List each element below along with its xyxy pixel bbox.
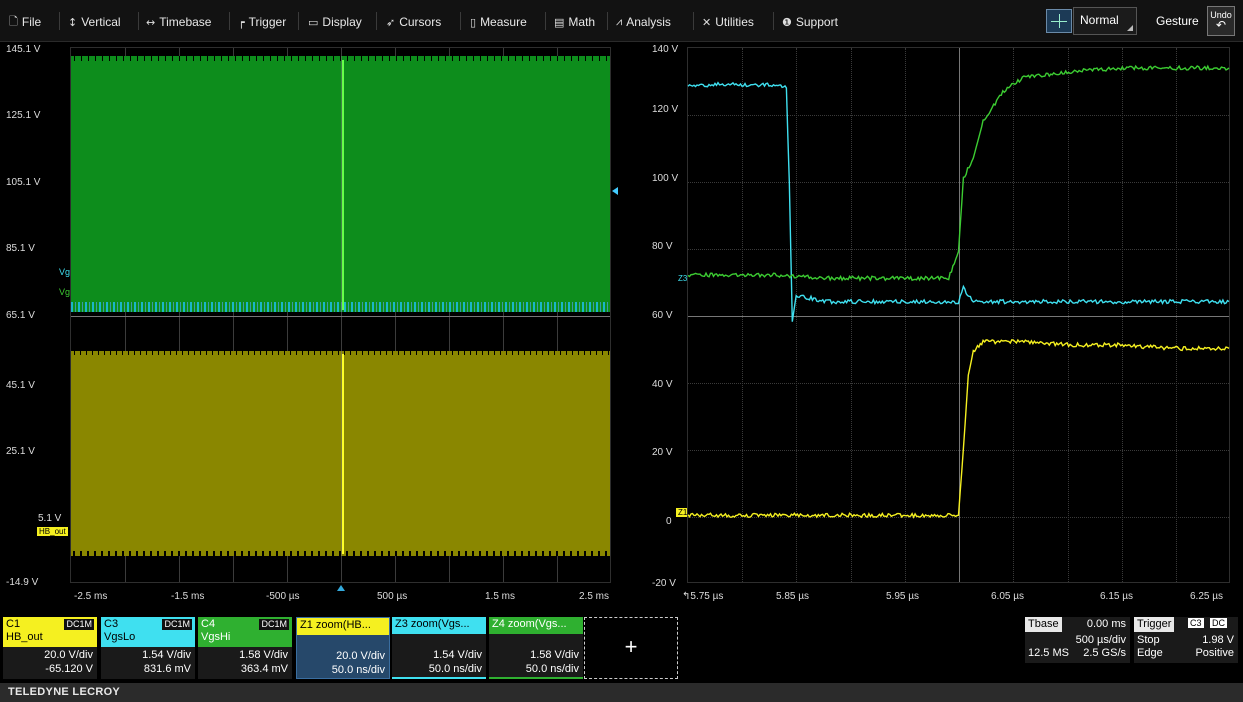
- menu-measure[interactable]: ▯ Measure: [470, 13, 527, 31]
- channel-descriptor-c1[interactable]: C1 HB_out DC1M 20.0 V/div -65.120 V: [3, 617, 97, 679]
- left-ytick: 25.1 V: [6, 446, 35, 457]
- right-ytick: 0: [666, 516, 672, 527]
- right-ytick: -20 V: [652, 578, 676, 589]
- tools-icon: ✕: [702, 16, 711, 29]
- zoom-waveform-grid[interactable]: [687, 47, 1230, 583]
- menu-trigger[interactable]: ┍ Trigger: [238, 13, 286, 31]
- right-ytick: 60 V: [652, 310, 673, 321]
- measure-icon: ▯: [470, 16, 476, 29]
- calculator-icon: ▤: [554, 16, 564, 29]
- right-xtick: 6.25 µs: [1190, 591, 1223, 602]
- left-xtick: -1.5 ms: [171, 591, 204, 602]
- trigger-icon: ┍: [238, 16, 245, 29]
- trigger-source-badge: C3: [1188, 618, 1204, 628]
- trigger-descriptor[interactable]: Trigger C3 DC Stop 1.98 V Edge Positive: [1134, 617, 1238, 663]
- zoom-descriptor-z1[interactable]: Z1 zoom(HB... 20.0 V/div 50.0 ns/div: [296, 617, 390, 679]
- menu-bar: 🗋 File ↕ Vertical ↔ Timebase ┍ Trigger ▭ Disp…: [0, 0, 1243, 42]
- dropdown-corner-icon: [1127, 25, 1133, 31]
- left-ytick: 105.1 V: [6, 177, 40, 188]
- trigger-coupling-badge: DC: [1210, 618, 1227, 628]
- right-ytick: 20 V: [652, 447, 673, 458]
- coupling-badge: DC1M: [64, 619, 94, 630]
- right-xtick: 6.05 µs: [991, 591, 1024, 602]
- right-xtick: 6.15 µs: [1100, 591, 1133, 602]
- vertical-arrow-icon: ↕: [68, 16, 77, 29]
- zoom-descriptor-z4[interactable]: Z4 zoom(Vgs... 1.58 V/div 50.0 ns/div: [489, 617, 583, 679]
- undo-button[interactable]: Undo ↶: [1207, 6, 1235, 36]
- right-ytick: 100 V: [652, 173, 678, 184]
- right-xtick: 5.85 µs: [776, 591, 809, 602]
- menu-cursors[interactable]: ➶ Cursors: [386, 13, 441, 31]
- zoom-position-cursor[interactable]: [342, 60, 344, 310]
- left-xtick: 2.5 ms: [579, 591, 609, 602]
- left-ytick: 125.1 V: [6, 110, 40, 121]
- zoom-traces: [688, 48, 1229, 582]
- coupling-badge: DC1M: [162, 619, 192, 630]
- trigger-label: Trigger: [1134, 617, 1174, 632]
- menu-file[interactable]: 🗋 File: [9, 13, 41, 31]
- trigger-level-icon[interactable]: [612, 187, 618, 195]
- timebase-descriptor[interactable]: Tbase 0.00 ms 500 µs/div 12.5 MS 2.5 GS/…: [1025, 617, 1130, 663]
- gesture-label: Gesture: [1156, 14, 1199, 28]
- channel-descriptor-c4[interactable]: C4 VgsHi DC1M 1.58 V/div 363.4 mV: [198, 617, 292, 679]
- timebase-label: Tbase: [1025, 617, 1062, 632]
- display-icon: ▭: [308, 16, 318, 29]
- right-ytick: 80 V: [652, 241, 673, 252]
- main-waveform-grid[interactable]: [70, 47, 611, 583]
- hb-out-marker[interactable]: HB_out: [37, 527, 68, 536]
- left-ytick: 65.1 V: [6, 310, 35, 321]
- series-line: [688, 83, 1229, 322]
- right-xtick: 5.95 µs: [886, 591, 919, 602]
- channel-descriptor-c3[interactable]: C3 VgsLo DC1M 1.54 V/div 831.6 mV: [101, 617, 195, 679]
- left-ytick: 85.1 V: [6, 243, 35, 254]
- menu-support[interactable]: ❶ Support: [782, 13, 838, 31]
- menu-timebase[interactable]: ↔ Timebase: [146, 13, 211, 31]
- zoom-descriptor-z3[interactable]: Z3 zoom(Vgs... 1.54 V/div 50.0 ns/div: [392, 617, 486, 679]
- grid-layout-button[interactable]: [1046, 9, 1072, 33]
- right-ytick: 140 V: [652, 44, 678, 55]
- info-icon: ❶: [782, 16, 792, 29]
- right-ytick: 40 V: [652, 379, 673, 390]
- add-trace-button[interactable]: +: [584, 617, 678, 679]
- left-xtick: -500 µs: [266, 591, 300, 602]
- left-xtick: -2.5 ms: [74, 591, 107, 602]
- menu-math[interactable]: ▤ Math: [554, 13, 595, 31]
- series-line: [688, 66, 1229, 280]
- zoom-position-cursor[interactable]: [342, 354, 344, 554]
- right-xtick: ↰5.75 µs: [682, 591, 723, 602]
- menu-display[interactable]: ▭ Display: [308, 13, 362, 31]
- horizontal-arrow-icon: ↔: [146, 16, 155, 29]
- coupling-badge: DC1M: [259, 619, 289, 630]
- trigger-position-icon[interactable]: [337, 585, 345, 591]
- menu-analysis[interactable]: ⩘ Analysis: [616, 13, 671, 31]
- footer-bar: TELEDYNE LECROY: [0, 683, 1243, 702]
- cursor-icon: ➶: [386, 16, 395, 29]
- chart-icon: ⩘: [616, 15, 622, 29]
- menu-vertical[interactable]: ↕ Vertical: [68, 13, 121, 31]
- file-icon: 🗋: [9, 13, 18, 32]
- left-ytick: -14.9 V: [6, 577, 38, 588]
- left-xtick: 500 µs: [377, 591, 407, 602]
- left-ytick: 145.1 V: [6, 44, 40, 55]
- menu-utilities[interactable]: ✕ Utilities: [702, 13, 754, 31]
- trigger-mode-select[interactable]: Normal: [1073, 7, 1137, 35]
- right-ytick: 120 V: [652, 104, 678, 115]
- left-xtick: 1.5 ms: [485, 591, 515, 602]
- brand-logo: TELEDYNE LECROY: [8, 686, 120, 698]
- left-ytick: 5.1 V: [38, 513, 61, 524]
- series-line: [688, 340, 1229, 517]
- left-ytick: 45.1 V: [6, 380, 35, 391]
- undo-arrow-icon: ↶: [1216, 18, 1226, 32]
